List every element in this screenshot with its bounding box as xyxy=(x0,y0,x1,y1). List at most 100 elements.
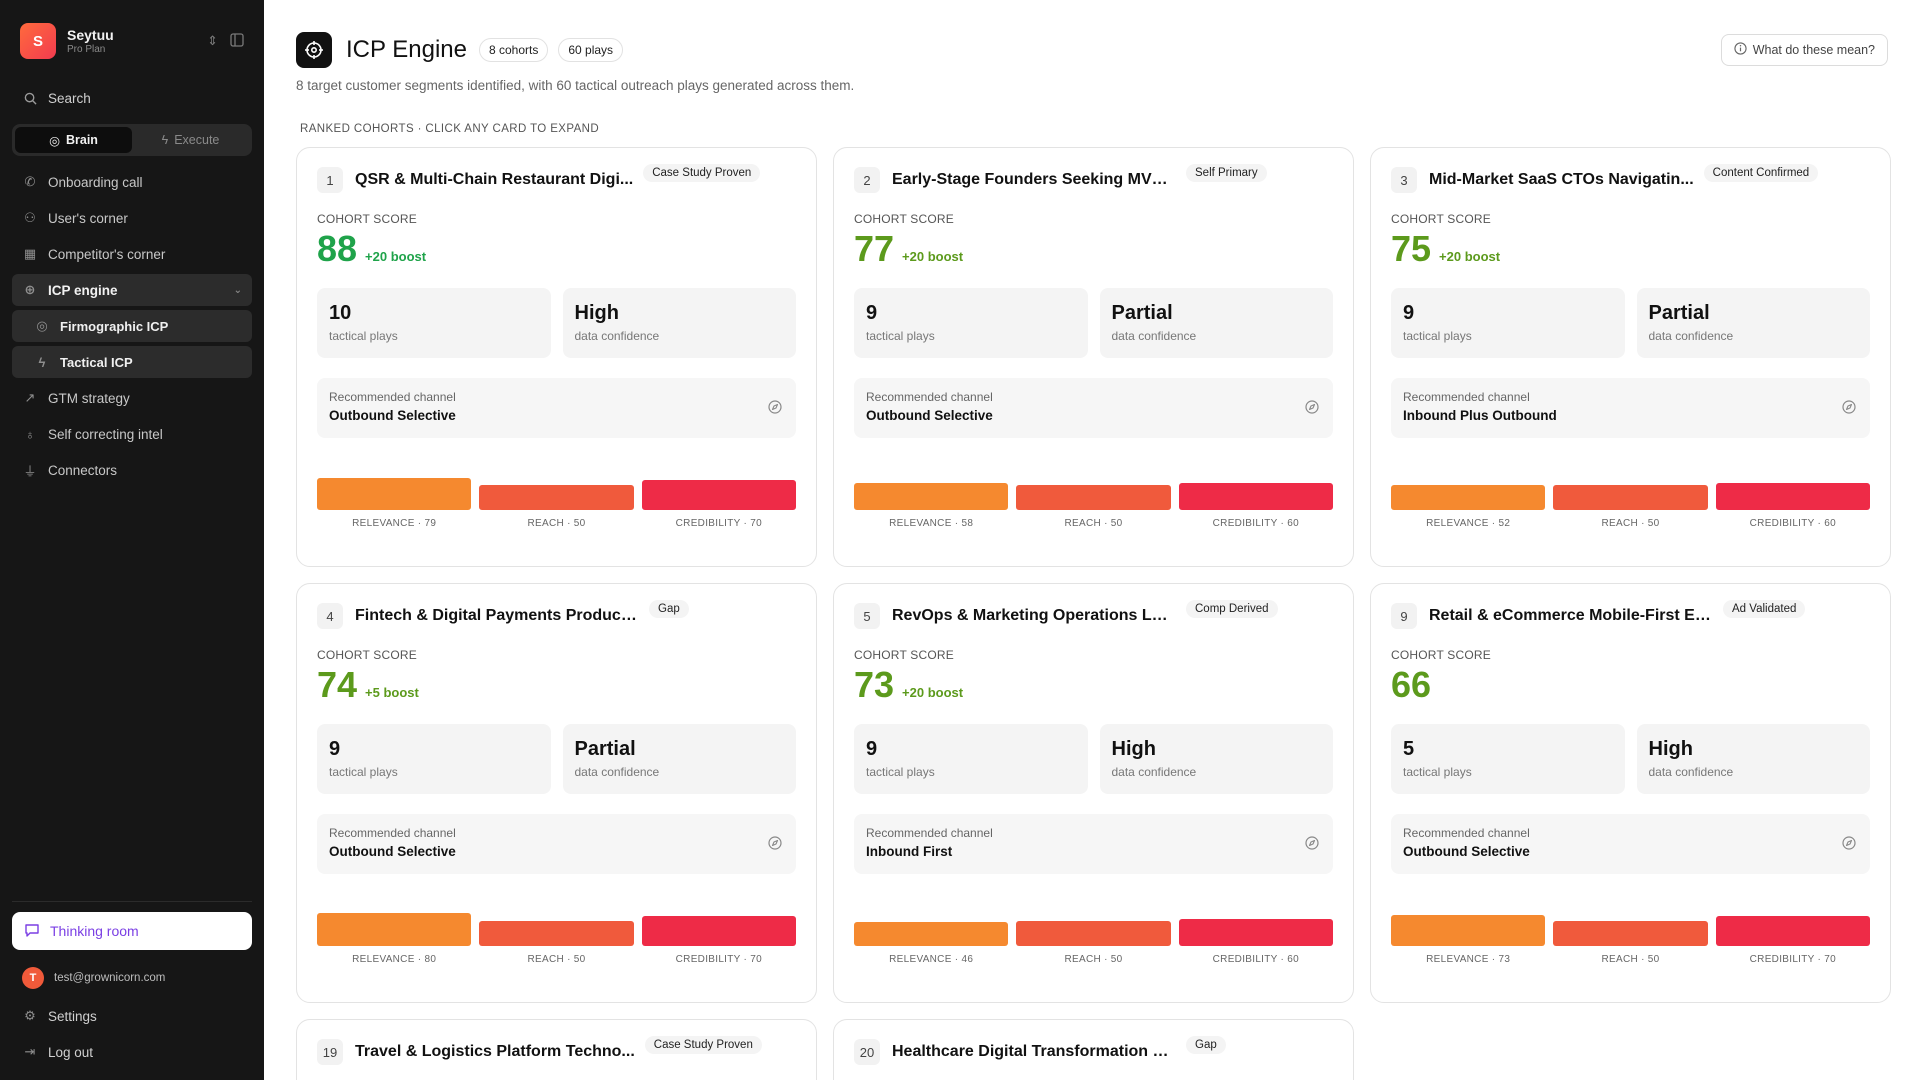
relevance-label: RELEVANCE · 46 xyxy=(889,954,974,965)
card-header: 1 QSR & Multi-Chain Restaurant Digi... C… xyxy=(317,164,796,194)
search-label: Search xyxy=(48,90,91,106)
main-content: ICP Engine 8 cohorts 60 plays What do th… xyxy=(264,0,1920,1080)
cohort-card[interactable]: 2 Early-Stage Founders Seeking MVP & P..… xyxy=(833,147,1354,567)
relevance-label: RELEVANCE · 52 xyxy=(1426,518,1511,529)
sidebar-divider xyxy=(12,901,252,902)
cohort-title: Mid-Market SaaS CTOs Navigatin... xyxy=(1429,171,1694,188)
cohort-title: Early-Stage Founders Seeking MVP & P... xyxy=(892,171,1176,188)
workspace-switcher[interactable]: S Seytuu Pro Plan ⇕ xyxy=(12,20,252,60)
sidebar-item-icp-engine[interactable]: ⊕ ICP engine ⌄ xyxy=(12,274,252,306)
relevance-bar-col xyxy=(317,462,472,510)
evidence-badge: Content Confirmed xyxy=(1703,164,1819,182)
relevance-bar xyxy=(854,922,1009,946)
thinking-room-label: Thinking room xyxy=(50,923,139,939)
rank-number: 4 xyxy=(317,603,343,629)
cohort-score: 73 xyxy=(854,664,895,705)
recommended-channel: Recommended channel Outbound Selective xyxy=(854,378,1333,438)
score-breakdown-bars xyxy=(1391,898,1870,946)
cohort-card[interactable]: 3 Mid-Market SaaS CTOs Navigatin... Cont… xyxy=(1370,147,1891,567)
page-title: ICP Engine xyxy=(346,36,467,63)
credibility-bar xyxy=(641,480,796,510)
recommended-channel-label: Recommended channel xyxy=(329,826,456,840)
sidebar-toggle-icon[interactable] xyxy=(230,32,244,50)
evidence-badge: Case Study Proven xyxy=(643,164,761,182)
plays-count-badge: 60 plays xyxy=(558,38,624,62)
tactical-plays-label: tactical plays xyxy=(329,765,398,779)
sidebar-item-users-corner[interactable]: ⚇ User's corner xyxy=(12,202,252,234)
recommended-channel-value: Inbound First xyxy=(866,844,953,859)
stats-row: 9 tactical plays Partial data confidence xyxy=(317,724,796,794)
score-row: 88 +20 boost xyxy=(317,228,796,272)
cohort-card[interactable]: 5 RevOps & Marketing Operations Lead... … xyxy=(833,583,1354,1003)
mode-execute-button[interactable]: ϟ Execute xyxy=(132,127,249,153)
cohort-card[interactable]: 1 QSR & Multi-Chain Restaurant Digi... C… xyxy=(296,147,817,567)
cohort-card[interactable]: 9 Retail & eCommerce Mobile-First Expa..… xyxy=(1370,583,1891,1003)
reach-bar-col xyxy=(479,898,634,946)
phone-icon: ✆ xyxy=(24,174,36,189)
page-subtitle: 8 target customer segments identified, w… xyxy=(296,78,855,93)
score-breakdown-bars xyxy=(854,898,1333,946)
rank-number: 19 xyxy=(317,1039,343,1065)
cohort-score: 66 xyxy=(1391,664,1432,705)
cohort-card[interactable]: 19 Travel & Logistics Platform Techno...… xyxy=(296,1019,817,1080)
sidebar-item-label: Tactical ICP xyxy=(60,354,133,370)
search-icon xyxy=(22,92,38,105)
recommended-channel: Recommended channel Outbound Selective xyxy=(317,814,796,874)
credibility-label: CREDIBILITY · 60 xyxy=(1212,518,1299,529)
card-header: 2 Early-Stage Founders Seeking MVP & P..… xyxy=(854,164,1333,194)
tactical-plays-stat: 9 tactical plays xyxy=(854,288,1088,358)
tactical-plays-value: 10 xyxy=(329,302,352,324)
tactical-plays-label: tactical plays xyxy=(1403,765,1472,779)
credibility-bar-col xyxy=(1715,898,1870,946)
thinking-room-button[interactable]: Thinking room xyxy=(12,912,252,950)
score-breakdown-bars xyxy=(317,462,796,510)
data-confidence-label: data confidence xyxy=(1648,329,1734,343)
sidebar-item-label: Competitor's corner xyxy=(48,246,166,262)
chevron-down-icon: ⌄ xyxy=(233,284,242,296)
logout-button[interactable]: ⇥ Log out xyxy=(12,1036,252,1068)
score-boost: +5 boost xyxy=(365,685,419,700)
building-icon: ▦ xyxy=(23,246,37,261)
recommended-channel: Recommended channel Outbound Selective xyxy=(317,378,796,438)
mode-toggle: ◎ Brain ϟ Execute xyxy=(12,124,252,156)
rank-number: 20 xyxy=(854,1039,880,1065)
cohort-card[interactable]: 4 Fintech & Digital Payments Product Lea… xyxy=(296,583,817,1003)
mode-brain-button[interactable]: ◎ Brain xyxy=(15,127,132,153)
sidebar-item-competitors-corner[interactable]: ▦ Competitor's corner xyxy=(12,238,252,270)
sidebar-item-label: Onboarding call xyxy=(48,174,143,190)
data-confidence-label: data confidence xyxy=(574,765,660,779)
sidebar-item-label: Self correcting intel xyxy=(48,426,163,442)
user-account[interactable]: T test@grownicorn.com xyxy=(12,960,252,996)
cohort-card[interactable]: 20 Healthcare Digital Transformation Tec… xyxy=(833,1019,1354,1080)
recommended-channel: Recommended channel Outbound Selective xyxy=(1391,814,1870,874)
sidebar-item-self-correcting-intel[interactable]: ♁ Self correcting intel xyxy=(12,418,252,450)
cohort-title: Travel & Logistics Platform Techno... xyxy=(355,1043,635,1060)
sidebar-item-connectors[interactable]: ⏚ Connectors xyxy=(12,454,252,486)
chevron-up-down-icon[interactable]: ⇕ xyxy=(207,33,218,49)
evidence-badge: Gap xyxy=(649,600,689,618)
score-breakdown-bars xyxy=(317,898,796,946)
score-boost: +20 boost xyxy=(365,249,427,264)
sidebar-item-tactical-icp[interactable]: ϟ Tactical ICP xyxy=(12,346,252,378)
score-row: 74 +5 boost xyxy=(317,664,796,708)
cohort-score: 75 xyxy=(1391,228,1432,269)
reach-label: REACH · 50 xyxy=(527,954,586,965)
credibility-bar xyxy=(1178,919,1333,946)
relevance-bar-col xyxy=(854,898,1009,946)
compass-icon xyxy=(1305,836,1319,855)
search-button[interactable]: Search xyxy=(12,82,252,114)
settings-button[interactable]: ⚙ Settings xyxy=(12,1000,252,1032)
rank-number: 5 xyxy=(854,603,880,629)
help-button[interactable]: What do these mean? xyxy=(1720,34,1888,66)
cohort-title: QSR & Multi-Chain Restaurant Digi... xyxy=(355,171,634,188)
reach-bar xyxy=(1016,921,1171,946)
sidebar-item-gtm-strategy[interactable]: ↗ GTM strategy xyxy=(12,382,252,414)
crosshair-icon xyxy=(296,32,332,68)
reach-bar xyxy=(479,921,634,946)
sidebar-item-onboarding-call[interactable]: ✆ Onboarding call xyxy=(12,166,252,198)
data-confidence-value: High xyxy=(1648,738,1693,760)
evidence-badge: Comp Derived xyxy=(1186,600,1278,618)
sidebar-item-firmographic-icp[interactable]: ◎ Firmographic ICP xyxy=(12,310,252,342)
sidebar-item-label: Connectors xyxy=(48,462,118,478)
relevance-bar-col xyxy=(1391,898,1546,946)
